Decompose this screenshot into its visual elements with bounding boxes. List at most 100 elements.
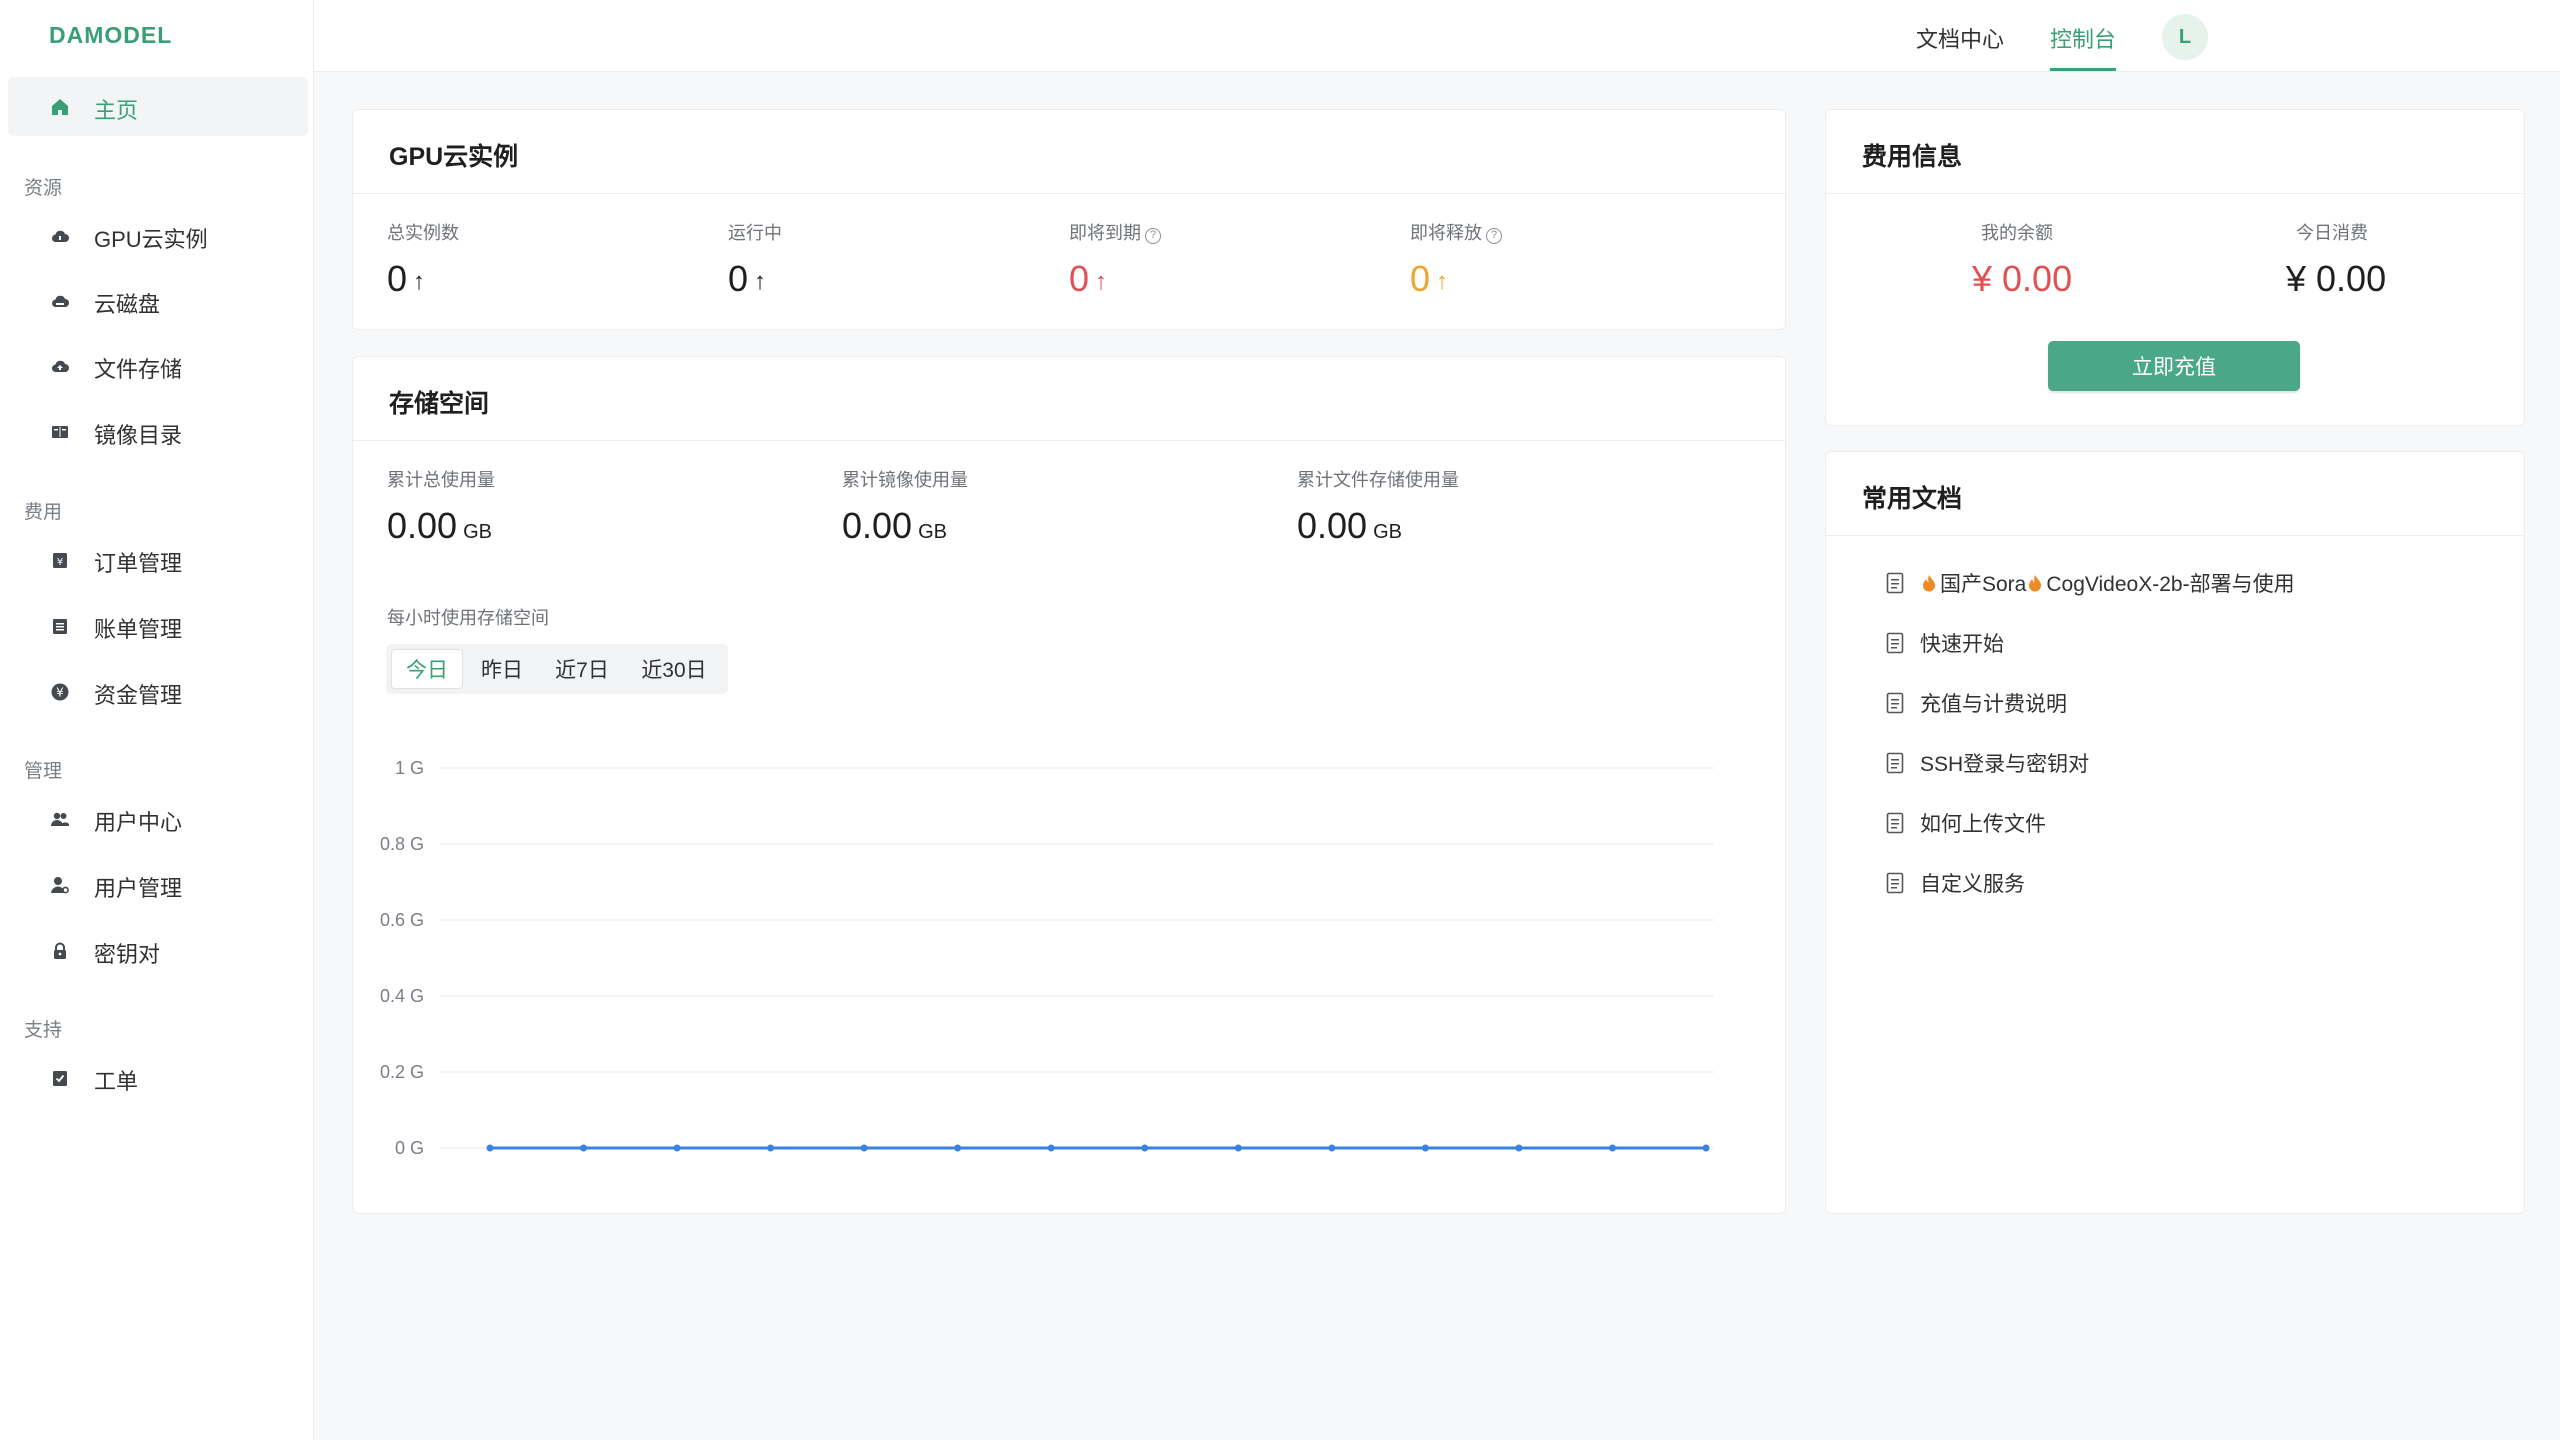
stat-running-value: 0 ↑ bbox=[728, 258, 767, 299]
sidebar-item-label: 密钥对 bbox=[94, 942, 161, 967]
sidebar-item-home[interactable]: 主页 bbox=[8, 77, 308, 136]
storage-image-label: 累计镜像使用量 bbox=[842, 470, 968, 490]
document-icon bbox=[1886, 812, 1904, 834]
balance-label: 我的余额 bbox=[1981, 223, 2053, 243]
brand-logo[interactable]: DAMODEL bbox=[49, 22, 172, 49]
avatar[interactable]: L bbox=[2162, 14, 2208, 60]
sidebar-item-cloud-disk[interactable]: 云磁盘 bbox=[8, 273, 308, 329]
sidebar-section-resources: 资源 bbox=[24, 178, 63, 199]
storage-total-label: 累计总使用量 bbox=[387, 470, 495, 490]
top-bar bbox=[314, 0, 2560, 72]
document-icon bbox=[1886, 872, 1904, 894]
y-tick-label: 0 G bbox=[395, 1138, 424, 1158]
data-point[interactable] bbox=[1421, 1144, 1429, 1152]
document-icon bbox=[1886, 572, 1904, 594]
storage-file-value: 0.00 GB bbox=[1297, 505, 1402, 546]
sidebar-item-image-catalog[interactable]: 镜像目录 bbox=[8, 404, 308, 460]
tab-today[interactable]: 今日 bbox=[391, 649, 463, 689]
card-title: 存储空间 bbox=[389, 390, 490, 418]
doc-link-ssh[interactable]: SSH登录与密钥对 bbox=[1886, 747, 2089, 779]
stat-running-label: 运行中 bbox=[728, 223, 782, 243]
sidebar-item-key-pairs[interactable]: 密钥对 bbox=[8, 923, 308, 979]
book-icon bbox=[52, 426, 68, 438]
sidebar-item-label: 文件存储 bbox=[94, 357, 183, 382]
data-point[interactable] bbox=[580, 1144, 588, 1152]
arrow-up-icon: ↑ bbox=[1436, 268, 1449, 295]
svg-text:¥: ¥ bbox=[56, 686, 64, 700]
data-point[interactable] bbox=[486, 1144, 494, 1152]
sidebar-item-label: 账单管理 bbox=[94, 617, 183, 642]
tab-yesterday[interactable]: 昨日 bbox=[466, 649, 538, 689]
data-point[interactable] bbox=[1515, 1144, 1523, 1152]
ticket-icon bbox=[53, 1071, 67, 1086]
data-point[interactable] bbox=[954, 1144, 962, 1152]
sidebar-item-gpu-instances[interactable]: GPU云实例 bbox=[8, 208, 308, 264]
storage-usage-chart: 1 G 0.8 G 0.6 G 0.4 G 0.2 G 0 G bbox=[380, 758, 1714, 1158]
sidebar-item-label: 订单管理 bbox=[94, 551, 183, 576]
stat-expiring-value: 0 ↑ bbox=[1069, 258, 1108, 299]
tab-7-days[interactable]: 近7日 bbox=[542, 649, 622, 689]
flame-icon bbox=[1923, 575, 1935, 592]
user-manage-icon bbox=[51, 877, 69, 894]
sidebar-item-tickets[interactable]: 工单 bbox=[8, 1050, 308, 1106]
data-point[interactable] bbox=[1047, 1144, 1055, 1152]
card-title: 常用文档 bbox=[1862, 485, 1963, 513]
cloud-icon bbox=[52, 230, 69, 242]
data-point[interactable] bbox=[1234, 1144, 1242, 1152]
sidebar-item-label: 工单 bbox=[94, 1069, 139, 1094]
sidebar-item-funds[interactable]: ¥ 资金管理 bbox=[8, 664, 308, 720]
data-point[interactable] bbox=[1702, 1144, 1710, 1152]
sidebar: DAMODEL 主页 资源 GPU云实例 云磁盘 文件存储 镜像目录 费用 ¥ … bbox=[0, 0, 314, 1440]
yen-icon: ¥ bbox=[51, 683, 69, 701]
nav-console[interactable]: 控制台 bbox=[2050, 22, 2116, 54]
doc-link-custom-service[interactable]: 自定义服务 bbox=[1886, 867, 2025, 899]
data-point[interactable] bbox=[767, 1144, 775, 1152]
stat-total-value: 0 ↑ bbox=[387, 258, 426, 299]
sidebar-item-label: 用户中心 bbox=[94, 810, 183, 835]
sidebar-item-file-storage[interactable]: 文件存储 bbox=[8, 338, 308, 394]
hourly-storage-label: 每小时使用存储空间 bbox=[387, 608, 549, 628]
sidebar-item-bills[interactable]: 账单管理 bbox=[8, 598, 308, 654]
stat-releasing-value: 0 ↑ bbox=[1410, 258, 1449, 299]
data-point[interactable] bbox=[1328, 1144, 1336, 1152]
card-title: 费用信息 bbox=[1862, 143, 1963, 171]
data-point[interactable] bbox=[1608, 1144, 1616, 1152]
data-point[interactable] bbox=[860, 1144, 868, 1152]
tab-30-days[interactable]: 近30日 bbox=[626, 649, 722, 689]
arrow-up-icon: ↑ bbox=[1095, 268, 1108, 295]
stat-expiring-label: 即将到期? bbox=[1069, 219, 1161, 245]
order-icon: ¥ bbox=[53, 553, 67, 568]
home-icon bbox=[52, 99, 68, 115]
doc-link-billing[interactable]: 充值与计费说明 bbox=[1886, 687, 2067, 719]
recharge-button[interactable]: 立即充值 bbox=[2048, 341, 2300, 391]
sidebar-item-user-center[interactable]: 用户中心 bbox=[8, 791, 308, 847]
data-point[interactable] bbox=[673, 1144, 681, 1152]
help-icon[interactable]: ? bbox=[1145, 228, 1161, 244]
lock-icon bbox=[54, 942, 66, 959]
data-point[interactable] bbox=[1141, 1144, 1149, 1152]
users-icon bbox=[51, 812, 69, 826]
document-icon bbox=[1886, 632, 1904, 654]
y-tick-label: 1 G bbox=[395, 758, 424, 778]
stat-total-label: 总实例数 bbox=[387, 223, 459, 243]
document-icon bbox=[1886, 752, 1904, 774]
nav-docs-center[interactable]: 文档中心 bbox=[1916, 22, 2004, 54]
doc-link-quick-start[interactable]: 快速开始 bbox=[1886, 627, 2004, 659]
document-icon bbox=[1886, 692, 1904, 714]
sidebar-item-label: 主页 bbox=[94, 98, 139, 123]
nav-console-underline bbox=[2050, 68, 2116, 71]
sidebar-item-label: GPU云实例 bbox=[94, 227, 208, 252]
sidebar-item-label: 镜像目录 bbox=[94, 423, 183, 448]
card-title: GPU云实例 bbox=[389, 143, 519, 171]
sidebar-item-orders[interactable]: ¥ 订单管理 bbox=[8, 532, 308, 588]
doc-link-upload[interactable]: 如何上传文件 bbox=[1886, 807, 2046, 839]
sidebar-item-user-manage[interactable]: 用户管理 bbox=[8, 857, 308, 913]
sidebar-item-label: 资金管理 bbox=[94, 683, 183, 708]
y-tick-label: 0.8 G bbox=[380, 834, 424, 854]
storage-total-value: 0.00 GB bbox=[387, 505, 492, 546]
card-header bbox=[353, 357, 1785, 441]
arrow-up-icon: ↑ bbox=[413, 268, 426, 295]
doc-link-cogvideox[interactable]: 国产Sora CogVideoX-2b-部署与使用 bbox=[1886, 567, 2295, 599]
help-icon[interactable]: ? bbox=[1486, 228, 1502, 244]
y-tick-label: 0.4 G bbox=[380, 986, 424, 1006]
